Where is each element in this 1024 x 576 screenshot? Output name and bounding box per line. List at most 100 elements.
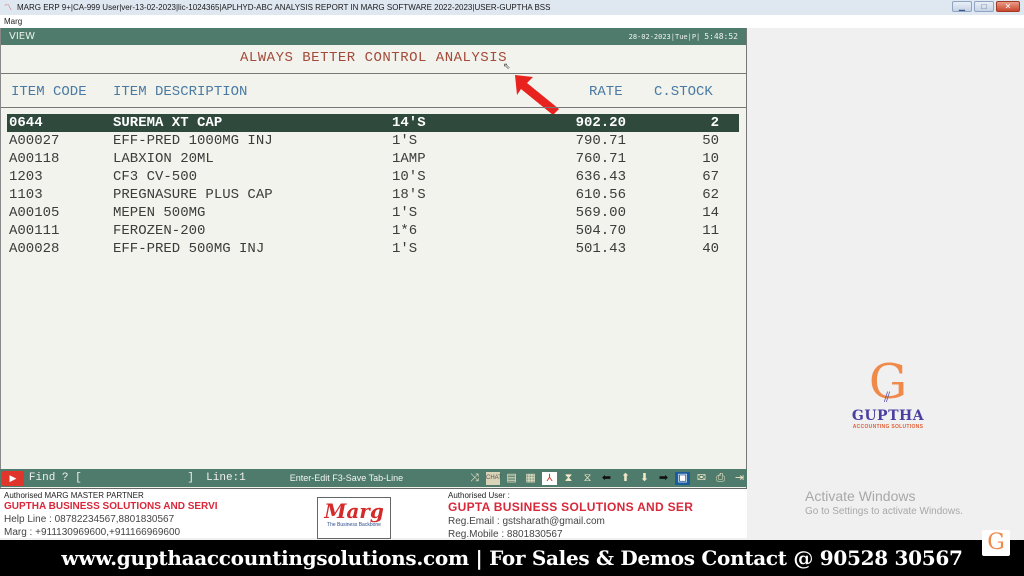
item-stock: 62: [702, 187, 719, 203]
find-bar: ▶ Find ? [ ] Line:1 Enter-Edit F3-Save T…: [0, 469, 747, 487]
item-code: 1103: [9, 187, 43, 203]
table-row[interactable]: A00118 LABXION 20ML 1AMP 760.71 10: [1, 150, 746, 168]
item-code: A00027: [9, 133, 60, 149]
marg-brand: Marg: [324, 499, 384, 523]
table-row[interactable]: A00027 EFF-PRED 1000MG INJ 1'S 790.71 50: [1, 132, 746, 150]
item-code: A00111: [9, 223, 60, 239]
table-row[interactable]: A00105 MEPEN 500MG 1'S 569.00 14: [1, 204, 746, 222]
item-stock: 67: [702, 169, 719, 185]
save-icon[interactable]: ▣: [675, 471, 691, 485]
note-icon[interactable]: ▤: [504, 472, 519, 485]
item-rate: 902.20: [575, 115, 626, 131]
item-stock: 10: [702, 151, 719, 167]
item-pack: 1'S: [392, 205, 418, 221]
item-description: EFF-PRED 500MG INJ: [113, 241, 265, 257]
banner-logo-icon: G: [982, 530, 1010, 556]
item-description: FEROZEN-200: [113, 223, 206, 239]
user-name: GUPTA BUSINESS SOLUTIONS AND SER: [448, 500, 694, 514]
item-rate: 504.70: [575, 223, 626, 239]
promo-banner: www.gupthaaccountingsolutions.com | For …: [0, 540, 1024, 576]
partner-label: Authorised MARG MASTER PARTNER: [4, 491, 144, 500]
item-pack: 18'S: [392, 187, 426, 203]
item-rate: 760.71: [575, 151, 626, 167]
keys-hint: Enter-Edit F3-Save Tab-Line: [289, 473, 404, 483]
table-row[interactable]: 1203 CF3 CV-500 10'S 636.43 67: [1, 168, 746, 186]
header-item-code[interactable]: ITEM CODE: [11, 84, 87, 100]
table-row[interactable]: A00028 EFF-PRED 500MG INJ 1'S 501.43 40: [1, 240, 746, 258]
play-icon[interactable]: ▶: [2, 470, 24, 486]
top-icon[interactable]: ⧗: [561, 472, 576, 485]
window-titlebar: 〽 MARG ERP 9+|CA-999 User|ver-13-02-2023…: [0, 0, 1024, 15]
item-rate: 636.43: [575, 169, 626, 185]
print-icon[interactable]: ⎙: [713, 472, 728, 485]
activate-windows-watermark: Activate Windows Go to Settings to activ…: [805, 488, 963, 517]
item-pack: 1'S: [392, 241, 418, 257]
guptha-logo-letter: G ⫽: [848, 358, 928, 406]
item-stock: 50: [702, 133, 719, 149]
clock-text: 5:48:52: [704, 32, 738, 41]
report-panel: VIEW 28-02-2023|Tue|P| 5:48:52 ALWAYS BET…: [0, 28, 747, 538]
item-pack: 10'S: [392, 169, 426, 185]
item-rate: 569.00: [575, 205, 626, 221]
item-pack: 1AMP: [392, 151, 426, 167]
item-code: A00105: [9, 205, 60, 221]
partner-info: Authorised MARG MASTER PARTNER GUPTHA BU…: [4, 491, 218, 538]
item-description: SUREMA XT CAP: [113, 115, 223, 131]
view-label: VIEW: [9, 31, 35, 42]
excel-icon[interactable]: ▦: [523, 472, 538, 485]
item-code: 1203: [9, 169, 43, 185]
footer-info: Authorised MARG MASTER PARTNER GUPTHA BU…: [0, 488, 747, 540]
date-time: 28-02-2023|Tue|P| 5:48:52: [629, 32, 738, 41]
item-pack: 14'S: [392, 115, 426, 131]
table-row[interactable]: 1103 PREGNASURE PLUS CAP 18'S 610.56 62: [1, 186, 746, 204]
item-description: PREGNASURE PLUS CAP: [113, 187, 273, 203]
item-description: MEPEN 500MG: [113, 205, 206, 221]
header-c-stock[interactable]: C.STOCK: [654, 84, 713, 100]
close-button[interactable]: ✕: [996, 1, 1020, 12]
pdf-icon[interactable]: ⅄: [542, 471, 558, 485]
mail-icon[interactable]: ✉: [694, 472, 709, 485]
date-text: 28-02-2023|Tue|P|: [628, 33, 701, 41]
item-description: LABXION 20ML: [113, 151, 214, 167]
marg-tagline: The Business Backbone: [327, 522, 381, 528]
guptha-logo-sub: ACCOUNTING SOLUTIONS: [852, 424, 924, 430]
reg-email: Reg.Email : gstsharath@gmail.com: [448, 516, 605, 527]
minimize-button[interactable]: ▁: [952, 1, 972, 12]
find-input[interactable]: Find ? [ ]: [29, 472, 206, 484]
line-indicator: Line:1: [206, 472, 246, 484]
item-stock: 40: [702, 241, 719, 257]
activate-title: Activate Windows: [805, 488, 916, 504]
right-arrow-icon[interactable]: ➡: [656, 472, 671, 485]
shuffle-icon[interactable]: ⤨: [467, 472, 482, 485]
menu-marg[interactable]: Marg: [4, 17, 22, 26]
authorised-user-info: Authorised User : GUPTA BUSINESS SOLUTIO…: [448, 491, 693, 540]
maximize-button[interactable]: □: [974, 1, 994, 12]
header-rate[interactable]: RATE: [589, 84, 623, 100]
exit-icon[interactable]: ⇥: [732, 472, 747, 485]
item-description: CF3 CV-500: [113, 169, 198, 185]
item-pack: 1*6: [392, 223, 418, 239]
mouse-cursor-icon: ⇖: [503, 61, 511, 71]
report-title-row: ALWAYS BETTER CONTROL ANALYSIS ⇖: [1, 45, 746, 115]
item-code: A00028: [9, 241, 60, 257]
table-row-selected[interactable]: 0644 SUREMA XT CAP 14'S 902.20 2: [7, 114, 739, 132]
marg-phone: Marg : +911130969600,+911166969600: [4, 527, 181, 538]
activate-sub: Go to Settings to activate Windows.: [805, 506, 963, 517]
report-toolbar: ⤨ CHAT ▤ ▦ ⅄ ⧗ ⧖ ⬅ ⬆ ⬇ ➡ ▣ ✉ ⎙ ⇥: [467, 471, 747, 485]
chat-icon[interactable]: CHAT: [486, 471, 502, 485]
item-rate: 790.71: [575, 133, 626, 149]
table-row[interactable]: A00111 FEROZEN-200 1*6 504.70 11: [1, 222, 746, 240]
window-title: MARG ERP 9+|CA-999 User|ver-13-02-2023|l…: [17, 3, 551, 12]
helpline: Help Line : 08782234567,8801830567: [4, 514, 175, 525]
view-bar: VIEW 28-02-2023|Tue|P| 5:48:52: [1, 28, 746, 45]
up-arrow-icon[interactable]: ⬆: [618, 472, 633, 485]
item-code: A00118: [9, 151, 60, 167]
header-item-description[interactable]: ITEM DESCRIPTION: [113, 84, 247, 100]
down-arrow-icon[interactable]: ⬇: [637, 472, 652, 485]
growth-bars-icon: ⫽: [884, 390, 891, 406]
report-rows: 0644 SUREMA XT CAP 14'S 902.20 2 A00027 …: [1, 114, 746, 258]
item-description: EFF-PRED 1000MG INJ: [113, 133, 273, 149]
bottom-icon[interactable]: ⧖: [580, 472, 595, 485]
left-arrow-icon[interactable]: ⬅: [599, 472, 614, 485]
report-title: ALWAYS BETTER CONTROL ANALYSIS: [239, 50, 508, 66]
